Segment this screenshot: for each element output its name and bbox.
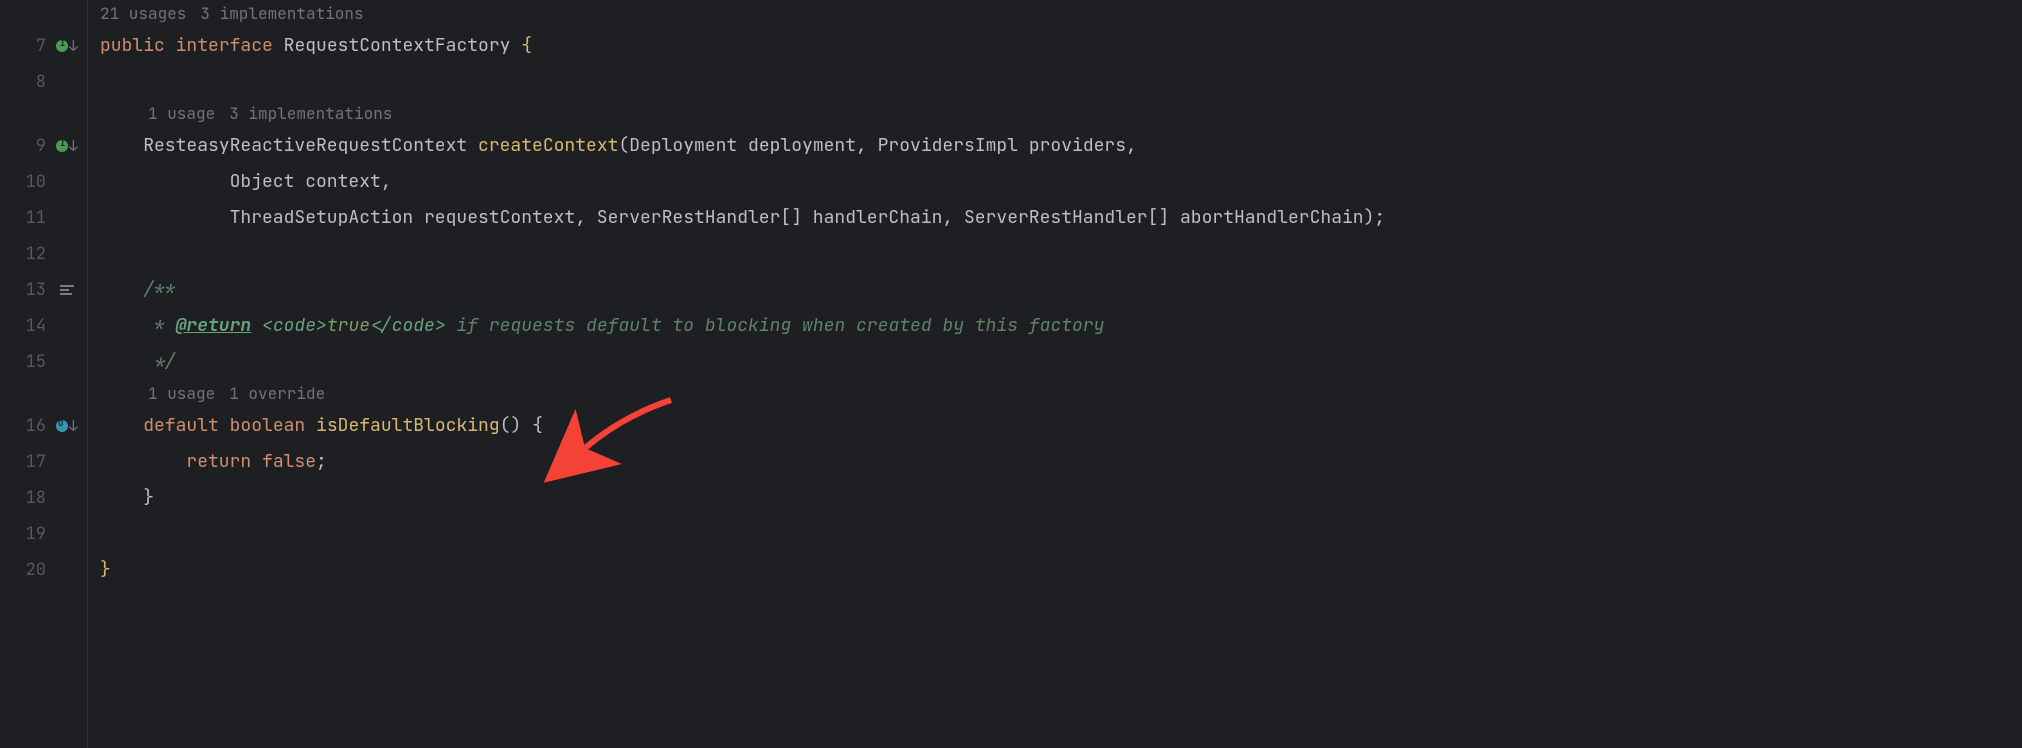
inherit-arrow-icon[interactable]: ↓: [69, 419, 78, 434]
gutter-icon-slot[interactable]: ↓: [52, 419, 82, 434]
method-name: isDefaultBlocking: [316, 417, 500, 435]
return-type: ResteasyReactiveRequestContext: [143, 137, 467, 155]
code-line[interactable]: public interface RequestContextFactory {: [100, 28, 2022, 64]
signature-cont: Object context,: [230, 173, 392, 191]
inlay-hint[interactable]: 21 usages 3 implementations: [100, 0, 2022, 28]
gutter-row[interactable]: 14: [0, 308, 88, 344]
line-number: 18: [20, 490, 46, 507]
type-name: RequestContextFactory: [284, 37, 511, 55]
line-number: 8: [20, 74, 46, 91]
inlay-implementations[interactable]: 3 implementations: [229, 106, 392, 122]
keyword: interface: [176, 37, 273, 55]
signature: (): [500, 417, 522, 435]
gutter-row[interactable]: 16 ↓: [0, 408, 88, 444]
gutter-row[interactable]: 18: [0, 480, 88, 516]
gutter-row[interactable]: 10: [0, 164, 88, 200]
line-number: 12: [20, 246, 46, 263]
code-line[interactable]: return false;: [100, 444, 2022, 480]
inherit-arrow-icon[interactable]: ↓: [69, 139, 78, 154]
inherit-arrow-icon[interactable]: ↓: [69, 39, 78, 54]
code-line[interactable]: [100, 64, 2022, 100]
gutter-icon-slot[interactable]: ↓: [52, 39, 82, 54]
code-area[interactable]: 21 usages 3 implementations public inter…: [88, 0, 2022, 748]
line-number: 16: [20, 418, 46, 435]
inlay-implementations[interactable]: 3 implementations: [200, 6, 363, 22]
code-line[interactable]: */: [100, 344, 2022, 380]
code-line[interactable]: [100, 516, 2022, 552]
line-number: 19: [20, 526, 46, 543]
keyword: default: [143, 417, 219, 435]
gutter-icon-slot[interactable]: [52, 285, 82, 295]
doc-code-tag: </code>: [370, 317, 446, 335]
gutter-row[interactable]: 20: [0, 552, 88, 588]
keyword: public: [100, 37, 165, 55]
doc-comment: */: [143, 353, 175, 371]
semicolon: ;: [316, 453, 327, 471]
line-number: 20: [20, 562, 46, 579]
override-icon[interactable]: [56, 420, 68, 432]
brace: {: [532, 417, 543, 435]
interface-icon[interactable]: [56, 140, 68, 152]
gutter-row[interactable]: 8: [0, 64, 88, 100]
code-line[interactable]: /**: [100, 272, 2022, 308]
line-number: 11: [20, 210, 46, 227]
gutter-row[interactable]: 12: [0, 236, 88, 272]
gutter-row[interactable]: 13: [0, 272, 88, 308]
inlay-overrides[interactable]: 1 override: [229, 386, 325, 402]
line-number: 17: [20, 454, 46, 471]
inlay-hint[interactable]: 1 usage 1 override: [148, 380, 2022, 408]
gutter-row[interactable]: 15: [0, 344, 88, 380]
line-number: 13: [20, 282, 46, 299]
gutter-row-inlay: [0, 0, 88, 28]
gutter-row-inlay: [0, 100, 88, 128]
doc-comment-icon[interactable]: [60, 285, 74, 295]
line-number: 15: [20, 354, 46, 371]
gutter-row[interactable]: 17: [0, 444, 88, 480]
code-line[interactable]: }: [100, 552, 2022, 588]
gutter-row[interactable]: 9 ↓: [0, 128, 88, 164]
inlay-usages[interactable]: 1 usage: [148, 106, 215, 122]
gutter-row[interactable]: 7 ↓: [0, 28, 88, 64]
inlay-usages[interactable]: 21 usages: [100, 6, 186, 22]
code-editor[interactable]: 7 ↓ 8 9 ↓ 10 11: [0, 0, 2022, 748]
doc-code-literal: true: [327, 317, 370, 335]
gutter[interactable]: 7 ↓ 8 9 ↓ 10 11: [0, 0, 88, 748]
gutter-row-inlay: [0, 380, 88, 408]
brace: {: [521, 37, 532, 55]
code-line[interactable]: Object context,: [100, 164, 2022, 200]
inlay-hint[interactable]: 1 usage 3 implementations: [148, 100, 2022, 128]
doc-comment: *: [143, 317, 175, 335]
method-name: createContext: [478, 137, 618, 155]
literal: false: [262, 453, 316, 471]
code-line[interactable]: }: [100, 480, 2022, 516]
line-number: 7: [20, 38, 46, 55]
code-line[interactable]: ResteasyReactiveRequestContext createCon…: [100, 128, 2022, 164]
brace: }: [143, 489, 154, 507]
doc-comment-text: if requests default to blocking when cre…: [446, 317, 1105, 335]
gutter-row[interactable]: 11: [0, 200, 88, 236]
signature-cont: ThreadSetupAction requestContext, Server…: [230, 209, 1386, 227]
signature: (Deployment deployment, ProvidersImpl pr…: [618, 137, 1136, 155]
gutter-row[interactable]: 19: [0, 516, 88, 552]
inlay-usages[interactable]: 1 usage: [148, 386, 215, 402]
keyword: boolean: [230, 417, 306, 435]
code-line[interactable]: * @return <code>true</code> if requests …: [100, 308, 2022, 344]
brace: }: [100, 561, 111, 579]
code-line[interactable]: ThreadSetupAction requestContext, Server…: [100, 200, 2022, 236]
code-line[interactable]: [100, 236, 2022, 272]
line-number: 10: [20, 174, 46, 191]
doc-code-tag: <code>: [262, 317, 327, 335]
doc-comment: /**: [143, 281, 175, 299]
code-line[interactable]: default boolean isDefaultBlocking() {: [100, 408, 2022, 444]
doc-return-tag: @return: [176, 317, 252, 335]
gutter-icon-slot[interactable]: ↓: [52, 139, 82, 154]
keyword: return: [186, 453, 251, 471]
line-number: 14: [20, 318, 46, 335]
line-number: 9: [20, 138, 46, 155]
interface-icon[interactable]: [56, 40, 68, 52]
